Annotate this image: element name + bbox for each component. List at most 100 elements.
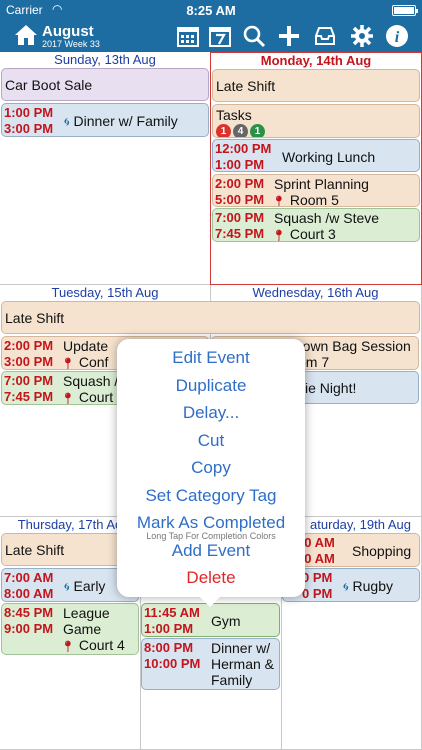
menu-delay[interactable]: Delay... [117,403,305,423]
event-title: Late Shift [216,78,276,94]
day-header[interactable]: Wednesday, 16th Aug [210,285,421,301]
event-title: Dinner w/ Family [73,113,178,129]
menu-mark-completed[interactable]: Mark As Completed [117,513,305,533]
day-cell-monday[interactable]: Monday, 14th Aug Late Shift Tasks 1 4 1 … [210,52,422,285]
event-context-menu: Edit Event Duplicate Delay... Cut Copy S… [117,339,305,607]
event-location: Room 5 [289,192,339,207]
search-icon[interactable] [242,24,266,48]
event-end-time: 0 PM [302,586,333,601]
repeat-icon: 🌀︎ [64,115,70,129]
location-pin-icon: 📍︎ [272,230,286,242]
event-title: Gym [211,613,241,629]
battery-icon [392,5,418,16]
info-icon[interactable]: i [385,24,409,48]
event-title: Late Shift [5,542,65,558]
task-badge-red: 1 [216,124,231,137]
event-item[interactable]: 12:00 PM 1:00 PM Working Lunch [212,139,420,172]
event-end-time: 1:00 PM [215,157,265,172]
event-end-time: 10:00 PM [144,656,201,671]
day-header[interactable]: Sunday, 13th Aug [0,52,210,68]
event-start-time: 8:00 PM [144,640,194,655]
menu-cut[interactable]: Cut [117,431,305,451]
event-end-time: 3:00 PM [4,121,54,136]
location-pin-icon: 📍︎ [61,358,75,370]
event-location: Conf [78,354,109,370]
menu-set-category-tag[interactable]: Set Category Tag [117,486,305,506]
menu-delete[interactable]: Delete [117,568,305,588]
event-location: Court 3 [289,226,336,242]
add-icon[interactable] [277,24,301,48]
event-title: Dinner w/ [211,640,271,656]
tasks-item[interactable]: Tasks 1 4 1 [212,104,420,138]
event-title: Late Shift [5,310,65,326]
nav-week-label: 2017 Week 33 [42,39,100,49]
event-end-time: 5:00 PM [215,192,265,207]
svg-text:i: i [395,29,400,46]
event-start-time: 7:00 AM [4,570,54,585]
event-title-line3: Family [211,672,253,688]
home-icon[interactable] [14,24,38,46]
menu-duplicate[interactable]: Duplicate [117,376,305,396]
event-title: League [63,605,110,621]
repeat-icon: 🌀︎ [64,580,70,594]
event-title-line2: Game [63,621,102,637]
location-pin-icon: 📍︎ [61,641,75,653]
event-title: Working Lunch [282,149,376,165]
event-item[interactable]: 8:45 PM 9:00 PM League Game 📍︎ Court 4 [1,603,139,655]
location-pin-icon: 📍︎ [272,196,286,207]
event-title: Car Boot Sale [5,77,93,93]
week-view-icon[interactable] [208,24,232,48]
day-cell-sunday[interactable]: Sunday, 13th Aug Car Boot Sale 1:00 PM 3… [0,52,211,285]
event-title: Early [73,578,106,594]
event-item[interactable]: Late Shift [212,69,420,102]
nav-bar: August 2017 Week 33 i [0,20,422,52]
event-title: Sprint Planning [274,176,369,192]
event-end-time: 1:00 PM [144,621,194,636]
event-title: vie Night! [298,380,357,396]
event-item[interactable]: 8:00 PM 10:00 PM Dinner w/ Herman & Fami… [141,638,280,690]
gear-icon[interactable] [350,24,374,48]
event-start-time: 12:00 PM [215,141,272,156]
event-start-time: 0 PM [302,570,333,585]
inbox-icon[interactable] [313,24,337,48]
location-pin-icon: 📍︎ [61,393,75,405]
event-start-time: 8:45 PM [4,605,54,620]
event-end-time: 7:45 PM [4,389,54,404]
menu-edit-event[interactable]: Edit Event [117,348,305,368]
task-badge-green: 1 [250,124,265,137]
event-title: Shopping [352,543,412,559]
nav-month-title[interactable]: August [42,23,94,40]
event-title: Tasks [216,107,252,123]
event-item[interactable]: 7:00 PM 7:45 PM Squash /w Steve 📍︎ Court… [212,208,420,242]
event-title: Rugby [352,578,393,594]
event-title: Update [63,338,109,354]
event-start-time: 7:00 PM [4,373,54,388]
month-view-icon[interactable] [176,24,200,48]
event-end-time: 9:00 PM [4,621,54,636]
status-time: 8:25 AM [186,3,236,18]
event-end-time: 8:00 AM [4,586,54,601]
day-header[interactable]: Tuesday, 15th Aug [0,285,210,301]
menu-add-event[interactable]: Add Event [117,541,305,561]
event-start-time: 2:00 PM [215,176,265,191]
event-end-time: 7:45 PM [215,226,265,241]
event-title: Squash /w Steve [274,210,380,226]
status-bar: Carrier ◠ 8:25 AM [0,0,422,20]
event-title-line2: Herman & [211,656,275,672]
day-header[interactable]: Monday, 14th Aug [211,53,421,69]
repeat-icon: 🌀︎ [343,580,349,594]
event-title: rown Bag Session [298,338,411,354]
event-title: Squash / [63,373,119,389]
event-start-time: 1:00 PM [4,105,54,120]
menu-copy[interactable]: Copy [117,458,305,478]
menu-completion-hint: Long Tap For Completion Colors [146,531,276,541]
event-start-time: 7:00 PM [215,210,265,225]
event-item[interactable]: 11:45 AM 1:00 PM Gym [141,603,280,637]
event-end-time: 3:00 PM [4,354,54,369]
event-location: Court 4 [78,637,125,653]
event-start-time: 2:00 PM [4,338,54,353]
event-item[interactable]: 2:00 PM 5:00 PM Sprint Planning 📍︎ Room … [212,174,420,207]
event-item[interactable]: 1:00 PM 3:00 PM 🌀︎ Dinner w/ Family [1,103,209,137]
event-start-time: 11:45 AM [144,605,200,620]
event-item[interactable]: Car Boot Sale [1,68,209,101]
